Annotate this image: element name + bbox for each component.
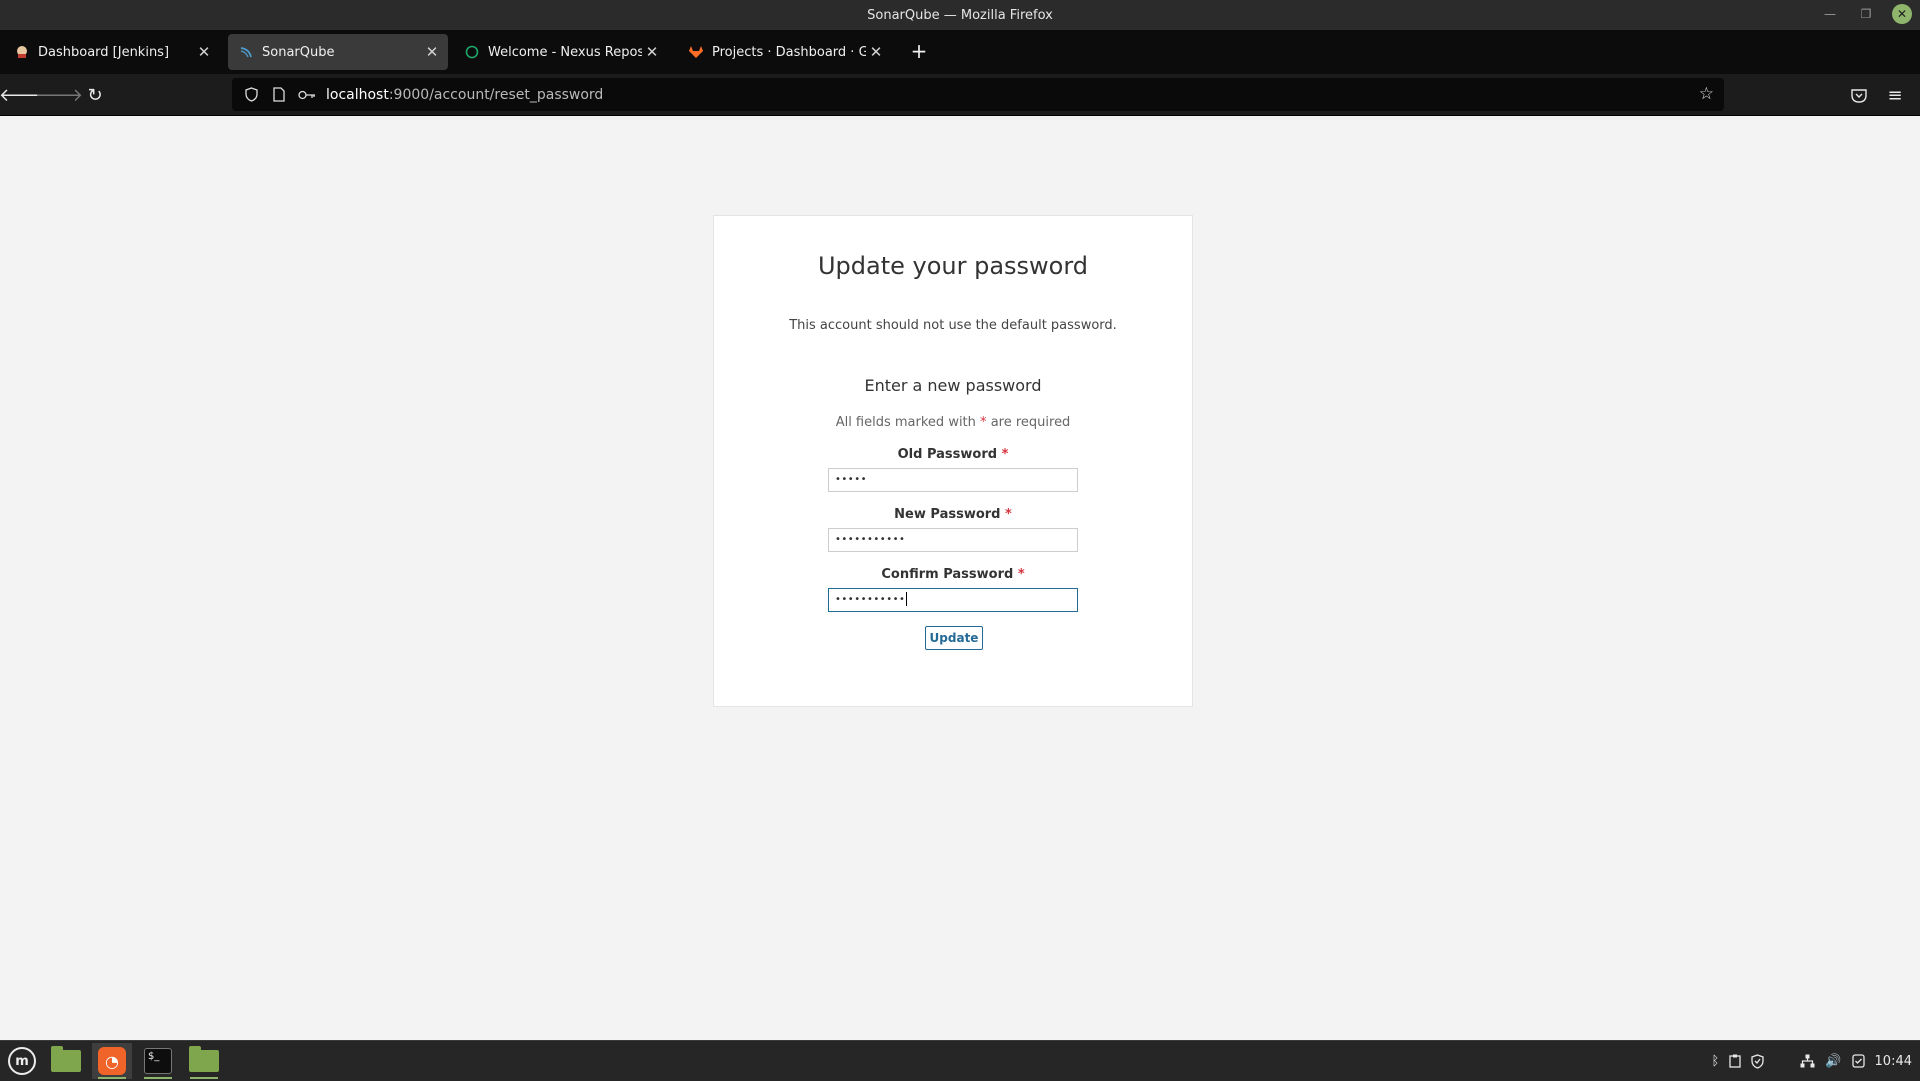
url-bar[interactable]: localhost:9000/account/reset_password ☆ xyxy=(232,78,1724,111)
taskbar: m ◔ $_ ᛒ 🔊 10:44 xyxy=(0,1040,1920,1081)
close-window-icon[interactable]: ✕ xyxy=(1892,4,1912,24)
jenkins-icon xyxy=(14,44,30,60)
clipboard-icon[interactable] xyxy=(1729,1054,1741,1068)
url-text[interactable]: localhost:9000/account/reset_password xyxy=(326,87,603,103)
nexus-icon xyxy=(464,44,480,60)
pocket-icon[interactable] xyxy=(1846,82,1872,108)
update-manager-icon[interactable] xyxy=(1851,1054,1865,1068)
new-password-group: New Password * ••••••••••• xyxy=(714,507,1192,552)
old-password-field[interactable]: ••••• xyxy=(828,468,1078,492)
network-icon[interactable] xyxy=(1800,1054,1815,1068)
tab-close-icon[interactable]: ✕ xyxy=(866,43,886,61)
default-password-warning: This account should not use the default … xyxy=(789,318,1117,333)
firefox-launcher[interactable]: ◔ xyxy=(92,1043,132,1079)
maximize-icon[interactable]: ❐ xyxy=(1856,4,1876,24)
tab-label: Projects · Dashboard · GitLa xyxy=(712,44,866,60)
tab-close-icon[interactable]: ✕ xyxy=(422,43,442,61)
confirm-password-field[interactable]: ••••••••••• xyxy=(828,588,1078,612)
update-button[interactable]: Update xyxy=(925,626,983,650)
tab-nexus[interactable]: Welcome - Nexus Repositor ✕ xyxy=(454,34,668,70)
page-icon[interactable] xyxy=(270,86,288,104)
old-password-group: Old Password * ••••• xyxy=(714,447,1192,492)
confirm-password-group: Confirm Password * ••••••••••• xyxy=(714,567,1192,612)
bookmark-star-icon[interactable]: ☆ xyxy=(1699,84,1714,104)
terminal-launcher[interactable]: $_ xyxy=(138,1043,178,1079)
folder-icon xyxy=(51,1046,81,1072)
navigation-toolbar: 🡐 🡒 ↻ localhost:9000/account/reset_passw… xyxy=(0,74,1920,116)
tab-close-icon[interactable]: ✕ xyxy=(642,43,662,61)
reload-button[interactable]: ↻ xyxy=(82,82,108,108)
new-password-field[interactable]: ••••••••••• xyxy=(828,528,1078,552)
old-password-label: Old Password * xyxy=(897,447,1009,462)
tab-gitlab[interactable]: Projects · Dashboard · GitLa ✕ xyxy=(678,34,892,70)
password-update-card: Update your password This account should… xyxy=(713,215,1193,707)
section-title: Enter a new password xyxy=(864,376,1042,395)
menu-icon[interactable]: ≡ xyxy=(1882,82,1908,108)
confirm-password-label: Confirm Password * xyxy=(881,567,1025,582)
mint-logo-icon: m xyxy=(8,1047,36,1075)
shield-update-icon[interactable] xyxy=(1751,1053,1764,1069)
key-icon[interactable] xyxy=(298,86,316,104)
volume-icon[interactable]: 🔊 xyxy=(1825,1054,1841,1069)
firefox-icon: ◔ xyxy=(98,1047,126,1075)
system-tray: ᛒ 🔊 10:44 xyxy=(1712,1041,1912,1081)
terminal-icon: $_ xyxy=(144,1048,172,1074)
start-menu-button[interactable]: m xyxy=(2,1043,42,1079)
folder-icon xyxy=(189,1046,219,1072)
tab-label: Welcome - Nexus Repositor xyxy=(488,44,642,60)
tab-sonarqube[interactable]: SonarQube ✕ xyxy=(228,34,448,70)
window-controls: — ❐ ✕ xyxy=(1820,4,1912,24)
shield-icon[interactable] xyxy=(242,86,260,104)
page-title: Update your password xyxy=(817,252,1089,280)
tab-jenkins[interactable]: Dashboard [Jenkins] ✕ xyxy=(4,34,220,70)
tab-label: SonarQube xyxy=(262,44,335,60)
minimize-icon[interactable]: — xyxy=(1820,4,1840,24)
bluetooth-icon[interactable]: ᛒ xyxy=(1712,1054,1720,1069)
tab-close-icon[interactable]: ✕ xyxy=(194,43,214,61)
clock[interactable]: 10:44 xyxy=(1875,1054,1912,1069)
tab-label: Dashboard [Jenkins] xyxy=(38,44,170,60)
text-caret xyxy=(906,592,908,606)
window-title: SonarQube — Mozilla Firefox xyxy=(867,7,1053,23)
new-password-label: New Password * xyxy=(894,507,1012,522)
forward-button[interactable]: 🡒 xyxy=(35,82,83,108)
files-window-button[interactable] xyxy=(184,1043,224,1079)
required-fields-note: All fields marked with * are required xyxy=(835,415,1071,430)
tab-strip: Dashboard [Jenkins] ✕ SonarQube ✕ Welcom… xyxy=(0,30,1920,74)
new-tab-button[interactable]: + xyxy=(908,38,930,64)
gitlab-icon xyxy=(688,44,704,60)
back-button[interactable]: 🡐 xyxy=(0,82,47,108)
sonarqube-icon xyxy=(238,44,254,60)
keyboard-layout-flag-icon[interactable] xyxy=(1774,1055,1790,1067)
files-launcher[interactable] xyxy=(46,1043,86,1079)
window-titlebar: SonarQube — Mozilla Firefox — ❐ ✕ xyxy=(0,0,1920,30)
